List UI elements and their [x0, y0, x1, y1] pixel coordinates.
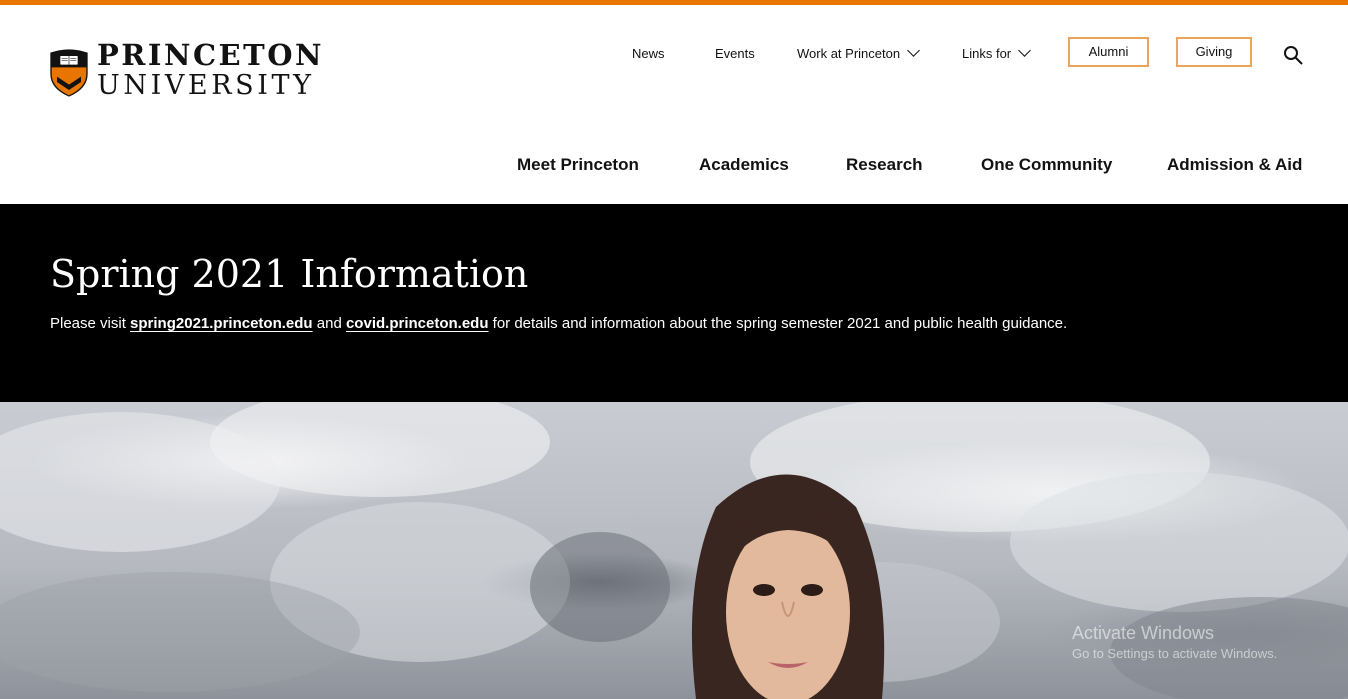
alumni-button[interactable]: Alumni [1068, 37, 1149, 67]
wordmark-line2: UNIVERSITY [96, 70, 315, 101]
nav-events-link[interactable]: Events [715, 37, 755, 71]
nav-news-link[interactable]: News [632, 37, 665, 71]
chevron-down-icon [907, 44, 920, 57]
main-nav-admission-aid[interactable]: Admission & Aid [1167, 155, 1302, 175]
main-nav-one-community[interactable]: One Community [981, 155, 1112, 175]
watermark-subtitle: Go to Settings to activate Windows. [1072, 646, 1278, 661]
main-nav-meet-princeton[interactable]: Meet Princeton [517, 155, 639, 175]
main-nav-research[interactable]: Research [846, 155, 923, 175]
nav-work-at-princeton-dropdown[interactable]: Work at Princeton [797, 37, 920, 71]
covid-link[interactable]: covid.princeton.edu [346, 315, 489, 332]
hero-image: Activate Windows Go to Settings to activ… [0, 402, 1348, 699]
chevron-down-icon [1018, 44, 1032, 57]
main-nav-academics[interactable]: Academics [699, 155, 789, 175]
notice-text-after: for details and information about the sp… [488, 315, 1068, 332]
site-header: PRINCETON UNIVERSITY News Events Work at… [0, 5, 1348, 204]
notice-text-middle: and [312, 315, 346, 332]
nav-links-for-label: Links for [962, 46, 1012, 61]
person-portrait-image [691, 474, 885, 699]
activate-windows-watermark: Activate Windows Go to Settings to activ… [1072, 622, 1277, 664]
nav-links-for-dropdown[interactable]: Links for [962, 37, 1032, 71]
utility-nav: News Events Work at Princeton Links for … [0, 37, 1348, 71]
watermark-title: Activate Windows [1072, 623, 1215, 643]
nav-work-label: Work at Princeton [797, 46, 901, 61]
giving-button[interactable]: Giving [1176, 37, 1252, 67]
main-nav: Meet Princeton Academics Research One Co… [0, 155, 1348, 181]
spring-2021-notice: Spring 2021 Information Please visit spr… [0, 204, 1348, 402]
spring2021-link[interactable]: spring2021.princeton.edu [130, 315, 313, 332]
notice-title: Spring 2021 Information [50, 252, 529, 296]
search-icon[interactable] [1283, 45, 1303, 65]
notice-text-before: Please visit [50, 315, 131, 332]
notice-text: Please visit spring2021.princeton.edu an… [50, 315, 1067, 332]
